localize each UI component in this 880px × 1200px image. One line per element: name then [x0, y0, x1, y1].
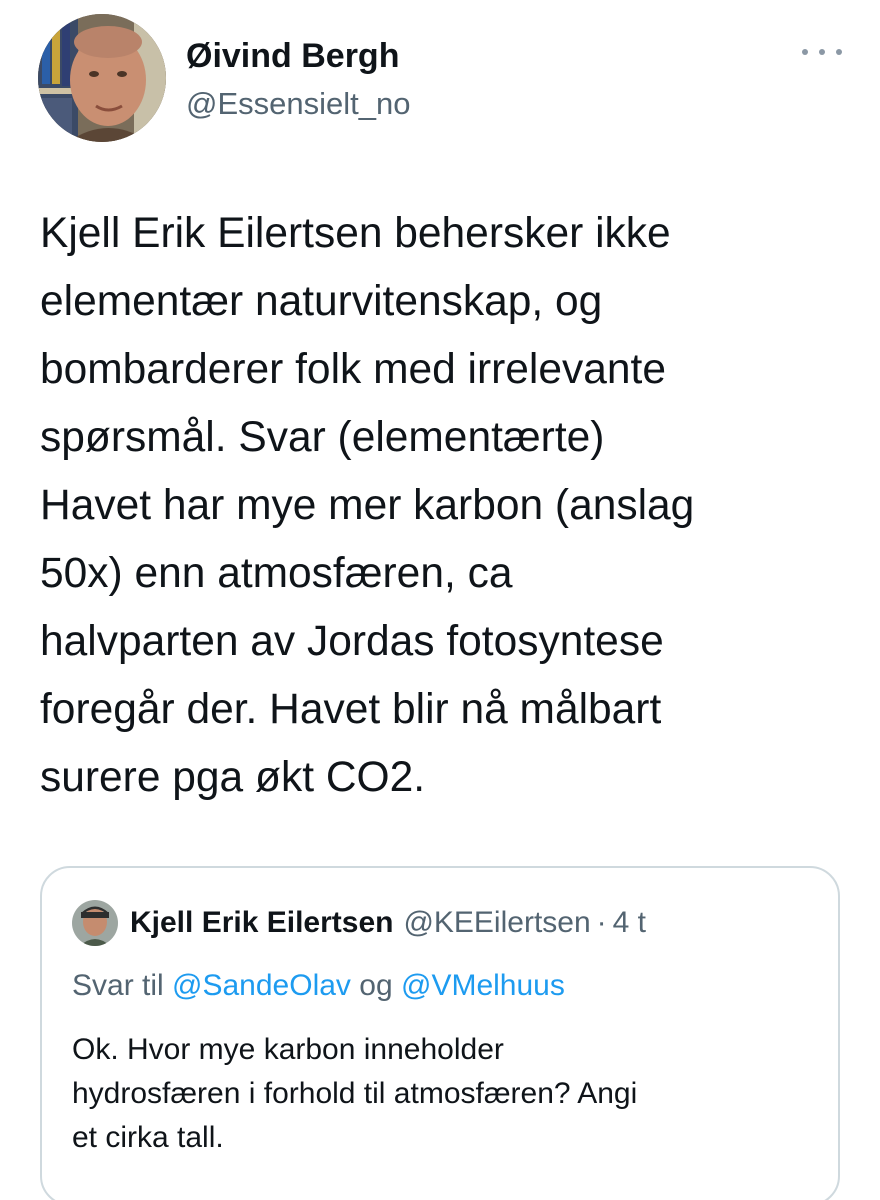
author-avatar[interactable] [38, 14, 166, 142]
reply-context: Svar til @SandeOlav og @VMelhuus [72, 964, 565, 1008]
reply-mention-vmelhuus[interactable]: @VMelhuus [401, 969, 565, 1002]
more-horizontal-icon[interactable] [802, 42, 842, 62]
more-dot [836, 49, 842, 55]
quoted-author-handle[interactable]: @KEEilertsen [403, 906, 590, 940]
quoted-tweet-text: Ok. Hvor mye karbon inneholder hydrosfær… [72, 1033, 638, 1154]
meta-separator: · [596, 906, 607, 939]
quoted-author-display-name[interactable]: Kjell Erik Eilertsen [130, 906, 393, 940]
reply-conjunction: og [359, 969, 393, 1002]
reply-prefix: Svar til [72, 969, 164, 1002]
more-dot [819, 49, 825, 55]
more-dot [802, 49, 808, 55]
author-display-name[interactable]: Øivind Bergh [186, 36, 410, 76]
reply-mention-sandeolav[interactable]: @SandeOlav [172, 969, 351, 1002]
author-names: Øivind Bergh @Essensielt_no [186, 36, 410, 124]
tweet-body-text: Kjell Erik Eilertsen behersker ikke elem… [40, 210, 695, 801]
tweet-header: Øivind Bergh @Essensielt_no [38, 14, 850, 144]
quoted-tweet-header: Kjell Erik Eilertsen @KEEilertsen · 4 t [72, 900, 646, 946]
author-handle[interactable]: @Essensielt_no [186, 84, 410, 124]
quoted-tweet-card[interactable]: Kjell Erik Eilertsen @KEEilertsen · 4 t … [40, 866, 840, 1200]
quoted-author-avatar [72, 900, 118, 946]
quoted-tweet-time[interactable]: 4 t [613, 906, 646, 940]
